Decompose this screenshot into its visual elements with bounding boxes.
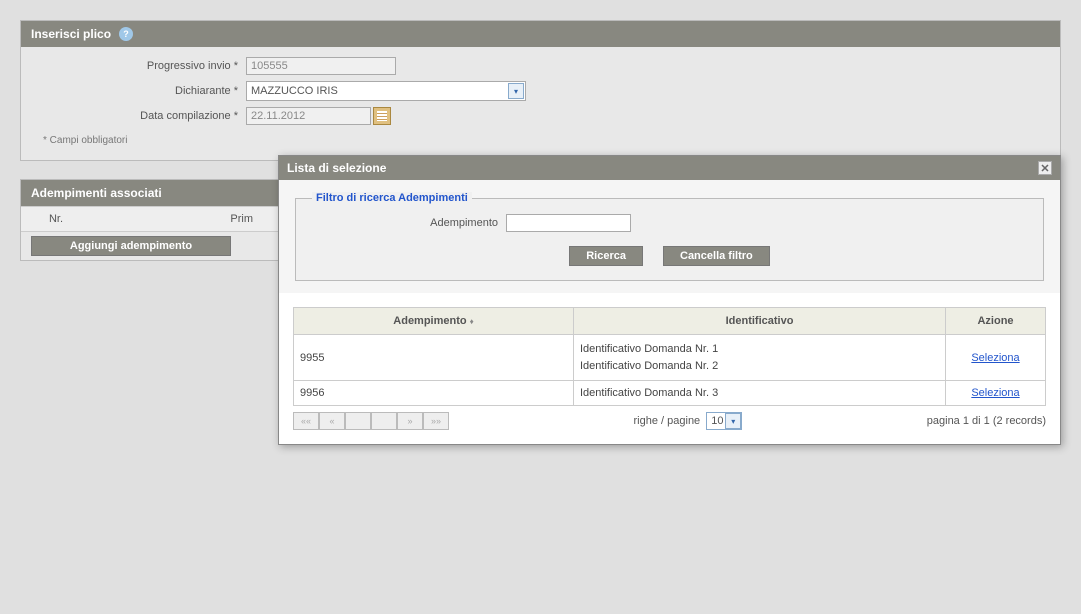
filter-label: Adempimento (306, 217, 506, 229)
clear-filter-button[interactable]: Cancella filtro (663, 246, 770, 266)
pager-page-button[interactable] (371, 412, 397, 430)
cell-action: Seleziona (946, 381, 1046, 406)
col-prim: Prim (91, 207, 261, 231)
pager: «« « » »» righe / pagine 10 ▾ pagina 1 d… (293, 412, 1046, 430)
chevron-down-icon: ▾ (508, 83, 524, 99)
data-input[interactable] (246, 107, 371, 125)
progressivo-label: Progressivo invio * (31, 60, 246, 72)
modal-header: Lista di selezione ✕ (279, 156, 1060, 180)
pager-last-button[interactable]: »» (423, 412, 449, 430)
modal-body: Filtro di ricerca Adempimenti Adempiment… (279, 180, 1060, 293)
table-row: 9955 Identificativo Domanda Nr. 1 Identi… (294, 335, 1046, 381)
results-area: Adempimento♦ Identificativo Azione 9955 … (279, 293, 1060, 444)
panel-title: Inserisci plico (31, 27, 111, 41)
chevron-down-icon: ▾ (725, 413, 741, 429)
add-adempimento-button[interactable]: Aggiungi adempimento (31, 236, 231, 256)
pager-page-button[interactable] (345, 412, 371, 430)
close-icon[interactable]: ✕ (1038, 161, 1052, 175)
data-label: Data compilazione * (31, 110, 246, 122)
modal-title: Lista di selezione (287, 161, 386, 175)
col-adempimento[interactable]: Adempimento♦ (294, 308, 574, 335)
col-azione: Azione (946, 308, 1046, 335)
calendar-icon[interactable] (373, 107, 391, 125)
help-icon[interactable]: ? (119, 27, 133, 41)
selection-modal: Lista di selezione ✕ Filtro di ricerca A… (278, 155, 1061, 445)
mandatory-note: * Campi obbligatori (31, 131, 1050, 150)
dichiarante-select[interactable]: MAZZUCCO IRIS ▾ (246, 81, 526, 101)
assoc-title: Adempimenti associati (31, 186, 162, 200)
select-link[interactable]: Seleziona (971, 352, 1019, 364)
dichiarante-label: Dichiarante * (31, 85, 246, 97)
results-table: Adempimento♦ Identificativo Azione 9955 … (293, 307, 1046, 406)
pager-buttons: «« « » »» (293, 412, 449, 430)
insert-plico-panel: Inserisci plico ? Progressivo invio * Di… (20, 20, 1061, 161)
cell-id: 9955 (294, 335, 574, 381)
panel-header: Inserisci plico ? (21, 21, 1060, 47)
col-nr: Nr. (21, 207, 91, 231)
dichiarante-value: MAZZUCCO IRIS (251, 85, 338, 97)
table-row: 9956 Identificativo Domanda Nr. 3 Selezi… (294, 381, 1046, 406)
sort-icon: ♦ (470, 317, 474, 326)
cell-ident: Identificativo Domanda Nr. 3 (574, 381, 946, 406)
filter-fieldset: Filtro di ricerca Adempimenti Adempiment… (295, 192, 1044, 281)
col-identificativo: Identificativo (574, 308, 946, 335)
cell-id: 9956 (294, 381, 574, 406)
pager-next-button[interactable]: » (397, 412, 423, 430)
pager-info: pagina 1 di 1 (2 records) (927, 415, 1046, 427)
progressivo-input[interactable] (246, 57, 396, 75)
pager-center: righe / pagine 10 ▾ (449, 412, 927, 430)
page-size-select[interactable]: 10 ▾ (706, 412, 742, 430)
pager-first-button[interactable]: «« (293, 412, 319, 430)
rows-per-page-label: righe / pagine (634, 415, 701, 427)
filter-legend: Filtro di ricerca Adempimenti (312, 192, 472, 204)
search-button[interactable]: Ricerca (569, 246, 643, 266)
panel-body: Progressivo invio * Dichiarante * MAZZUC… (21, 47, 1060, 160)
filter-input[interactable] (506, 214, 631, 232)
cell-ident: Identificativo Domanda Nr. 1 Identificat… (574, 335, 946, 381)
cell-action: Seleziona (946, 335, 1046, 381)
pager-prev-button[interactable]: « (319, 412, 345, 430)
select-link[interactable]: Seleziona (971, 387, 1019, 399)
